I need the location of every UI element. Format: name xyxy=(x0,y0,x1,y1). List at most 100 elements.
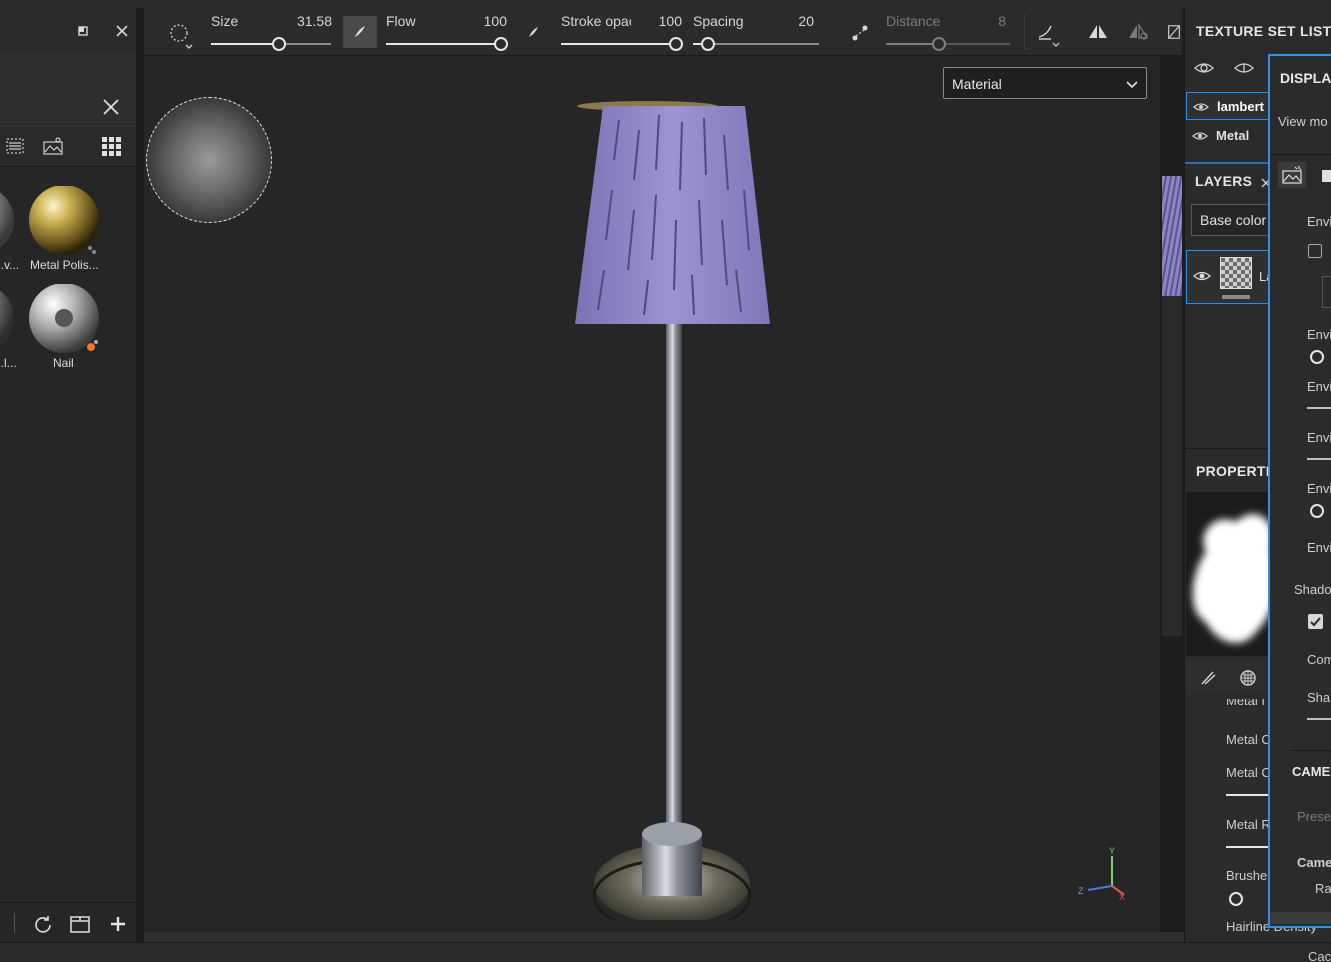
param-label: Metal C xyxy=(1226,765,1271,780)
texture-set-item-metal[interactable]: Metal xyxy=(1186,122,1276,150)
material-thumb-metal-polished[interactable] xyxy=(28,185,100,258)
grid-view-icon[interactable] xyxy=(99,135,123,157)
flow-slider-fill[interactable] xyxy=(386,43,500,45)
param-label: Metal I xyxy=(1226,693,1266,708)
env-checkbox[interactable] xyxy=(1308,244,1322,258)
material-thumb-partial-2[interactable] xyxy=(0,284,16,356)
param-slider-knob[interactable] xyxy=(1229,892,1243,906)
close-search-icon[interactable] xyxy=(100,96,122,118)
param-label: Metal C xyxy=(1226,732,1271,747)
material-thumb-nail[interactable] xyxy=(28,283,100,356)
size-slider-fill xyxy=(211,43,279,45)
eye-icon[interactable] xyxy=(1193,101,1209,116)
param-label: Metal R xyxy=(1226,817,1271,832)
visibility-icon[interactable] xyxy=(1233,58,1255,78)
layers-title: LAYERS xyxy=(1195,173,1253,189)
shelf-scrollbar[interactable] xyxy=(136,8,144,942)
close-icon[interactable] xyxy=(112,21,132,41)
eye-icon[interactable] xyxy=(1193,269,1211,286)
shelf-item-label: Nail xyxy=(53,356,74,370)
env-label-2: Envi xyxy=(1307,327,1331,342)
lazy-mouse-icon[interactable] xyxy=(848,22,872,44)
flow-value[interactable]: 100 xyxy=(457,13,507,29)
eye-icon[interactable] xyxy=(1192,130,1208,145)
maximize-icon[interactable] xyxy=(74,22,92,40)
brush-alpha-preview xyxy=(1186,492,1276,656)
shadow-label: Sha xyxy=(1307,690,1331,705)
uv-dark-strip xyxy=(1162,296,1182,636)
tool-properties-bar: Size 31.58 Flow 100 Stroke opac 100 Spac… xyxy=(144,8,1182,56)
viewport-scrollbar[interactable] xyxy=(144,932,1184,942)
shadow-slider[interactable] xyxy=(1307,718,1331,720)
panel-scrollbar[interactable] xyxy=(1270,912,1331,924)
stroke-slider-knob[interactable] xyxy=(669,37,683,51)
spacing-label: Spacing xyxy=(693,13,744,29)
lamp-model[interactable] xyxy=(564,100,784,920)
display-settings-panel: DISPLA View mo Envi Envi Envi Envi Envi … xyxy=(1268,54,1331,928)
brush-shape-icon[interactable] xyxy=(166,20,196,50)
env-slider-knob[interactable] xyxy=(1310,350,1324,364)
flow-slider-knob[interactable] xyxy=(494,37,508,51)
material-tab-icon[interactable] xyxy=(1238,668,1258,688)
spacing-value[interactable]: 20 xyxy=(764,13,814,29)
window-top-strip xyxy=(0,0,1331,8)
environment-tab-icon[interactable] xyxy=(1278,162,1306,188)
env-input[interactable] xyxy=(1322,276,1331,308)
size-slider-knob[interactable] xyxy=(272,37,286,51)
status-bar: Cac xyxy=(0,942,1331,962)
spacing-slider-knob[interactable] xyxy=(701,37,715,51)
texture-set-label: Metal xyxy=(1216,128,1250,143)
stroke-pressure-icon[interactable] xyxy=(524,22,544,42)
divider xyxy=(14,913,15,933)
stroke-slider-fill[interactable] xyxy=(561,43,675,45)
link-icon[interactable] xyxy=(1166,21,1182,43)
symmetry-icon[interactable] xyxy=(1086,21,1110,43)
distance-slider-fill xyxy=(886,43,938,45)
filter-grid-icon[interactable] xyxy=(4,135,26,157)
brush-tab-icon[interactable] xyxy=(1198,668,1218,688)
env-slider[interactable] xyxy=(1307,458,1331,460)
camera-tab-icon[interactable] xyxy=(1322,170,1331,182)
channel-select[interactable]: Base color xyxy=(1191,204,1275,236)
spacing-slider-fill xyxy=(693,43,701,45)
shelf-search-area xyxy=(0,52,136,127)
chevron-down-icon xyxy=(1126,77,1138,93)
uv-texture-strip xyxy=(1162,176,1182,296)
environment-icon[interactable] xyxy=(41,135,65,157)
pen-pressure-icon[interactable] xyxy=(343,16,377,48)
symmetry-settings-icon[interactable] xyxy=(1126,21,1150,43)
material-thumb-partial-1[interactable] xyxy=(0,186,16,258)
distance-slider-knob xyxy=(932,37,946,51)
env-slider[interactable] xyxy=(1307,407,1331,409)
axis-gizmo: Y Z X xyxy=(1074,846,1127,906)
axis-x-label: X xyxy=(1119,892,1126,902)
env-label-5: Envi xyxy=(1307,481,1331,496)
texture-set-list-title: TEXTURE SET LIST xyxy=(1196,23,1331,39)
size-value[interactable]: 31.58 xyxy=(282,13,332,29)
alignment-icon[interactable] xyxy=(1034,20,1062,48)
stroke-opacity-label: Stroke opac xyxy=(561,13,631,29)
viewport-mode-select[interactable]: Material xyxy=(943,67,1147,99)
layer-thumbnail xyxy=(1220,257,1252,289)
layer-row[interactable]: La xyxy=(1186,250,1276,304)
shelf-item-label: Metal Polis... xyxy=(30,258,99,272)
3d-viewport[interactable]: Y Z X U xyxy=(144,56,1175,932)
env-label-1: Envi xyxy=(1307,214,1331,229)
properties-tab-bar xyxy=(1186,660,1276,694)
divider xyxy=(1270,154,1331,155)
env-slider-knob[interactable] xyxy=(1310,504,1324,518)
new-folder-icon[interactable] xyxy=(68,913,92,935)
add-icon[interactable] xyxy=(107,913,129,935)
preset-label: Prese xyxy=(1297,809,1331,824)
divider xyxy=(1290,750,1331,751)
shelf-filter-bar xyxy=(0,127,136,167)
texture-set-label: lambert xyxy=(1217,99,1264,114)
status-text: Cac xyxy=(1308,949,1331,962)
eye-settings-icon[interactable] xyxy=(1193,58,1215,78)
axis-z-label: Z xyxy=(1078,886,1084,896)
stroke-opacity-value[interactable]: 100 xyxy=(632,13,682,29)
texture-set-item-lambert[interactable]: lambert xyxy=(1186,92,1276,120)
distance-value: 8 xyxy=(998,13,1006,29)
refresh-icon[interactable] xyxy=(32,913,54,935)
shadows-checkbox[interactable] xyxy=(1308,614,1323,629)
